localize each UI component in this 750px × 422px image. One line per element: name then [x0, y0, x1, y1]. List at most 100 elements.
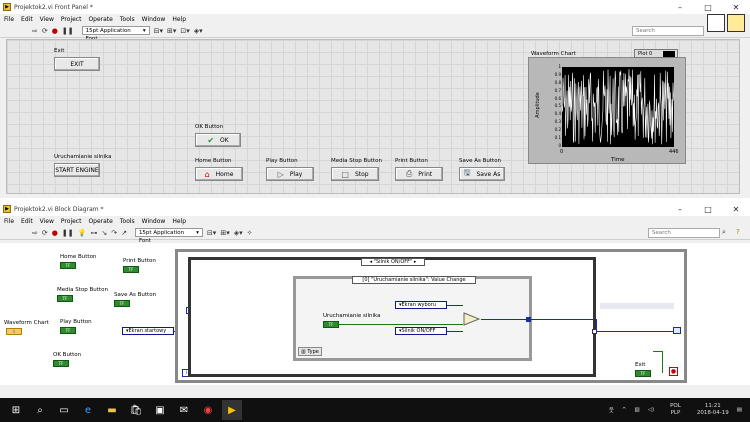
distribute-icon[interactable]: ⊞▾: [220, 229, 229, 237]
wire-start-bool: [339, 324, 463, 325]
language-indicator[interactable]: POL PLP: [662, 403, 681, 417]
run-continuously-icon[interactable]: ⟳: [42, 229, 48, 237]
home-button[interactable]: ⌂ Home: [195, 167, 243, 181]
close-icon[interactable]: ✕: [722, 3, 750, 12]
run-continuously-icon[interactable]: ⟳: [42, 27, 48, 35]
front-panel-menubar: File Edit View Project Operate Tools Win…: [0, 14, 750, 24]
case-selector[interactable]: ◂ "Silnik ON/OFF" ▸: [361, 258, 425, 266]
select-function-node[interactable]: [463, 312, 481, 326]
file-explorer-icon[interactable]: ▬: [102, 400, 122, 420]
align-icon[interactable]: ⊟▾: [207, 229, 216, 237]
step-over-icon[interactable]: ↷: [111, 229, 117, 237]
search-icon[interactable]: ⌕: [30, 400, 50, 420]
help-icon[interactable]: ?: [736, 228, 740, 236]
front-panel-toolbar: ⇨ ⟳ ● ❚❚ 15pt Application Font▾ ⊟▾ ⊞▾ ⊡▾…: [0, 24, 750, 42]
system-tray: 웃 ^ ▥ ◁) POL PLP 11:21 2018-04-19 ▤: [601, 403, 750, 417]
close-icon[interactable]: ✕: [722, 205, 750, 214]
minimize-icon[interactable]: –: [666, 3, 694, 12]
minimize-icon[interactable]: –: [666, 205, 694, 214]
menu-tools[interactable]: Tools: [120, 16, 135, 23]
menu-file[interactable]: File: [4, 16, 14, 23]
step-into-icon[interactable]: ↘: [101, 229, 107, 237]
highlight-execution-icon[interactable]: 💡: [78, 229, 87, 237]
menu-help[interactable]: Help: [172, 218, 186, 225]
menu-file[interactable]: File: [4, 218, 14, 225]
menu-edit[interactable]: Edit: [21, 218, 33, 225]
terminal-saveas[interactable]: TF: [114, 300, 130, 307]
clock[interactable]: 11:21 2018-04-19: [689, 403, 729, 417]
menu-edit[interactable]: Edit: [21, 16, 33, 23]
stop-button[interactable]: □ Stop: [331, 167, 379, 181]
distribute-icon[interactable]: ⊞▾: [167, 27, 176, 35]
pause-icon[interactable]: ❚❚: [62, 27, 74, 35]
print-button[interactable]: ⎙ Print: [395, 167, 443, 181]
play-button[interactable]: ▷ Play: [266, 167, 314, 181]
menu-project[interactable]: Project: [61, 218, 82, 225]
stop-condition-terminal[interactable]: ●: [669, 367, 678, 376]
event-selector[interactable]: [0] "Uruchamianie silnika": Value Change: [352, 276, 476, 284]
menu-operate[interactable]: Operate: [88, 218, 112, 225]
menu-help[interactable]: Help: [172, 16, 186, 23]
play-button-label: Play: [289, 170, 303, 178]
menu-operate[interactable]: Operate: [88, 16, 112, 23]
windows-start-icon[interactable]: ⊞: [6, 400, 26, 420]
exit-button[interactable]: EXIT: [54, 57, 100, 71]
resize-icon[interactable]: ⊡▾: [180, 27, 189, 35]
search-icon[interactable]: ⌕: [722, 228, 726, 237]
plot-legend[interactable]: Plot 0: [634, 49, 678, 58]
maximize-icon[interactable]: □: [694, 205, 722, 214]
terminal-chart[interactable]: ⌇: [6, 328, 22, 335]
reorder-icon[interactable]: ◈▾: [234, 229, 243, 237]
menu-window[interactable]: Window: [142, 218, 166, 225]
abort-icon[interactable]: ●: [52, 27, 58, 35]
reorder-icon[interactable]: ◈▾: [194, 27, 203, 35]
abort-icon[interactable]: ●: [52, 229, 58, 237]
terminal-home[interactable]: TF: [60, 262, 76, 269]
step-out-icon[interactable]: ↗: [121, 229, 127, 237]
photos-icon[interactable]: ▣: [150, 400, 170, 420]
start-engine-button[interactable]: START ENGINE: [54, 163, 100, 177]
store-icon[interactable]: 🛍: [126, 400, 146, 420]
people-icon[interactable]: 웃: [609, 406, 614, 414]
font-selector[interactable]: 15pt Application Font▾: [81, 26, 150, 42]
labview-taskbar-icon[interactable]: ▶: [222, 400, 242, 420]
waveform-chart[interactable]: Plot 0 1 0.9 0.8 0.7 0.6 0.5 0.4 0.3 0.2 0.1 0 Amp…: [528, 49, 686, 164]
font-selector[interactable]: 15pt Application Font▾: [134, 228, 203, 244]
align-icon[interactable]: ⊟▾: [154, 27, 163, 35]
vi-icon: [727, 14, 745, 32]
run-arrow-icon[interactable]: ⇨: [32, 229, 38, 237]
search-input[interactable]: Search: [632, 26, 704, 36]
saveas-button[interactable]: 🖫 Save As: [459, 167, 505, 181]
x-axis-start: 0: [560, 149, 564, 155]
terminal-exit[interactable]: TF: [635, 370, 651, 377]
task-view-icon[interactable]: ▭: [54, 400, 74, 420]
menu-view[interactable]: View: [40, 16, 54, 23]
network-icon[interactable]: ▥: [635, 407, 640, 413]
enum-ekran-wyboru[interactable]: ▾Ekran wyboru: [395, 301, 447, 309]
enum-ekran-startowy[interactable]: ▾Ekran startowy: [122, 327, 174, 335]
terminal-print[interactable]: TF: [123, 266, 139, 273]
terminal-stop[interactable]: TF: [57, 295, 73, 302]
pause-icon[interactable]: ❚❚: [62, 229, 74, 237]
menu-view[interactable]: View: [40, 218, 54, 225]
retain-wire-values-icon[interactable]: ⊶: [90, 229, 97, 237]
maximize-icon[interactable]: □: [694, 3, 722, 12]
edge-browser-icon[interactable]: e: [78, 400, 98, 420]
volume-icon[interactable]: ◁): [648, 407, 654, 413]
ok-button[interactable]: ✔ OK: [195, 133, 241, 147]
menu-project[interactable]: Project: [61, 16, 82, 23]
tray-chevron-icon[interactable]: ^: [622, 407, 627, 413]
terminal-start[interactable]: TF: [323, 321, 339, 328]
run-arrow-icon[interactable]: ⇨: [32, 27, 38, 35]
notifications-icon[interactable]: ▤: [737, 407, 742, 413]
mail-icon[interactable]: ✉: [174, 400, 194, 420]
menu-tools[interactable]: Tools: [120, 218, 135, 225]
cleanup-icon[interactable]: ✧: [247, 229, 253, 237]
chrome-icon[interactable]: ◉: [198, 400, 218, 420]
enum-silnik-onoff[interactable]: ▾Silnik ON/OFF: [395, 327, 447, 335]
home-icon: ⌂: [204, 169, 210, 179]
terminal-play[interactable]: TF: [60, 327, 76, 334]
search-input[interactable]: Search: [648, 228, 720, 238]
terminal-ok[interactable]: TF: [53, 360, 69, 367]
menu-window[interactable]: Window: [142, 16, 166, 23]
